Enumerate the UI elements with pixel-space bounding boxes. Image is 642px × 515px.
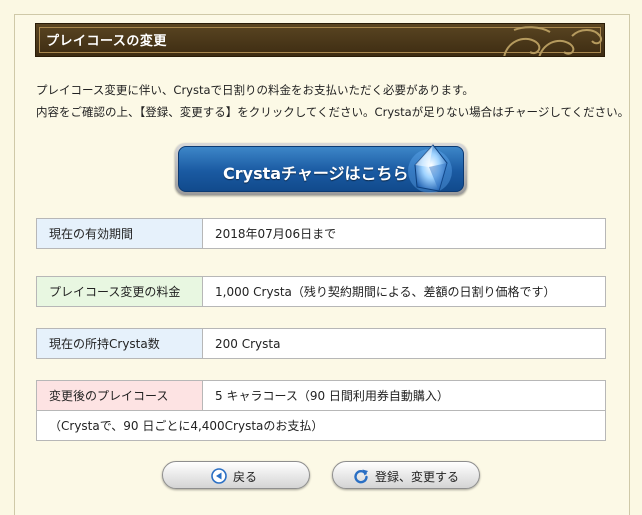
fee-row: プレイコース変更の料金 1,000 Crysta（残り契約期間による、差額の日割… — [36, 276, 606, 307]
page-title: プレイコースの変更 — [46, 34, 167, 49]
new-course-table: 変更後のプレイコース 5 キャラコース（90 日間利用券自動購入） （Cryst… — [36, 380, 606, 441]
fee-label: プレイコース変更の料金 — [36, 276, 203, 307]
refresh-icon — [354, 469, 368, 484]
submit-button-label: 登録、変更する — [375, 470, 460, 484]
description-line-1: プレイコース変更に伴い、Crystaで日割りの料金をお支払いただく必要があります… — [36, 83, 474, 97]
arrow-left-icon — [211, 468, 227, 484]
period-row: 現在の有効期間 2018年07月06日まで — [36, 218, 606, 249]
fee-table: プレイコース変更の料金 1,000 Crysta（残り契約期間による、差額の日割… — [36, 276, 606, 307]
ornament-icon — [503, 26, 602, 56]
balance-table: 現在の所持Crysta数 200 Crysta — [36, 328, 606, 359]
period-table: 現在の有効期間 2018年07月06日まで — [36, 218, 606, 249]
fee-value: 1,000 Crysta（残り契約期間による、差額の日割り価格です） — [202, 276, 606, 307]
balance-row: 現在の所持Crysta数 200 Crysta — [36, 328, 606, 359]
title-bar: プレイコースの変更 — [35, 23, 605, 57]
description-line-2: 内容をご確認の上、【登録、変更する】をクリックしてください。Crystaが足りな… — [36, 105, 630, 119]
crysta-charge-button[interactable]: Crystaチャージはこちら — [175, 143, 467, 195]
period-value: 2018年07月06日まで — [202, 218, 606, 249]
new-course-note: （Crystaで、90 日ごとに4,400Crystaのお支払） — [36, 410, 606, 441]
new-course-value: 5 キャラコース（90 日間利用券自動購入） — [202, 380, 606, 411]
new-course-label: 変更後のプレイコース — [36, 380, 203, 411]
crysta-charge-button-face: Crystaチャージはこちら — [178, 144, 464, 193]
balance-value: 200 Crysta — [202, 328, 606, 359]
crystal-icon — [408, 144, 452, 193]
new-course-note-row: （Crystaで、90 日ごとに4,400Crystaのお支払） — [36, 410, 606, 441]
balance-label: 現在の所持Crysta数 — [36, 328, 203, 359]
back-button[interactable]: 戻る — [162, 461, 310, 489]
period-label: 現在の有効期間 — [36, 218, 203, 249]
back-button-label: 戻る — [233, 470, 258, 484]
submit-button[interactable]: 登録、変更する — [332, 461, 480, 489]
new-course-row: 変更後のプレイコース 5 キャラコース（90 日間利用券自動購入） — [36, 380, 606, 411]
crysta-charge-label: Crystaチャージはこちら — [223, 164, 409, 183]
